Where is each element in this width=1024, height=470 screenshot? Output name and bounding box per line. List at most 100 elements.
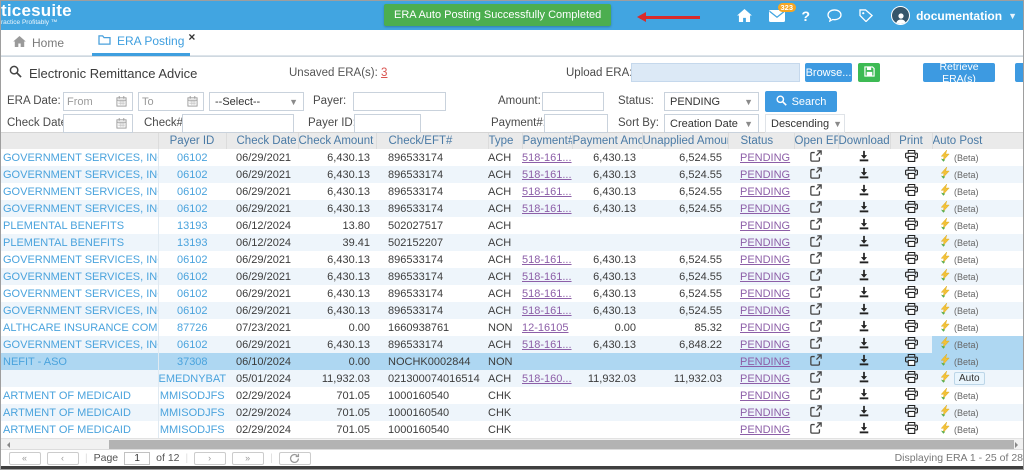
auto-post-cell[interactable]: (Beta) [932, 353, 1023, 370]
print-icon[interactable] [890, 387, 932, 404]
table-row[interactable]: ALTHCARE INSURANCE COMPANY8772607/23/202… [1, 319, 1023, 336]
cell-payer-name[interactable]: GOVERNMENT SERVICES, INC. [1, 200, 158, 217]
retrieve-eras-button[interactable]: Retrieve ERA(s) [923, 63, 995, 82]
cell-payer-name[interactable]: ALTHCARE INSURANCE COMPANY [1, 319, 158, 336]
payment-num-link[interactable]: 518-161... [522, 254, 572, 266]
print-icon[interactable] [890, 149, 932, 166]
download-icon[interactable] [838, 200, 890, 217]
scrollbar-thumb[interactable] [109, 440, 1014, 449]
print-icon[interactable] [890, 353, 932, 370]
open-era-icon[interactable] [794, 251, 838, 268]
open-era-icon[interactable] [794, 353, 838, 370]
status-link[interactable]: PENDING [740, 152, 790, 164]
print-icon[interactable] [890, 251, 932, 268]
download-icon[interactable] [838, 217, 890, 234]
sort-by-select[interactable]: Creation Date▼ [664, 114, 759, 133]
print-icon[interactable] [890, 217, 932, 234]
calendar-icon[interactable] [116, 96, 127, 107]
status-link[interactable]: PENDING [740, 373, 790, 385]
auto-post-lightning-icon[interactable] [940, 303, 951, 318]
payment-num-link[interactable]: 518-161... [522, 152, 572, 164]
cell-payer-id[interactable]: 06102 [158, 149, 226, 166]
calendar-icon[interactable] [116, 118, 127, 129]
print-icon[interactable] [890, 166, 932, 183]
next-page-button[interactable]: › [194, 452, 226, 465]
table-row[interactable]: GOVERNMENT SERVICES, INC.0610206/29/2021… [1, 251, 1023, 268]
auto-post-lightning-icon[interactable] [940, 201, 951, 216]
open-era-icon[interactable] [794, 404, 838, 421]
download-icon[interactable] [838, 387, 890, 404]
auto-post-lightning-icon[interactable] [940, 405, 951, 420]
prev-page-button[interactable]: ‹ [47, 452, 79, 465]
first-page-button[interactable]: « [9, 452, 41, 465]
col-type[interactable]: Type [488, 133, 522, 149]
cell-payer-id[interactable]: 06102 [158, 251, 226, 268]
cell-payer-name[interactable]: PLEMENTAL BENEFITS [1, 234, 158, 251]
user-menu[interactable]: documentation ▼ [891, 6, 1017, 25]
status-link[interactable]: PENDING [740, 407, 790, 419]
cell-payer-id[interactable]: 06102 [158, 166, 226, 183]
auto-post-cell[interactable]: (Beta) [932, 285, 1023, 302]
table-row[interactable]: PLEMENTAL BENEFITS1319306/12/202413.8050… [1, 217, 1023, 234]
cell-payer-name[interactable]: GOVERNMENT SERVICES, INC. [1, 251, 158, 268]
home-icon[interactable] [737, 9, 752, 22]
open-era-icon[interactable] [794, 268, 838, 285]
payment-num-link[interactable]: 518-161... [522, 288, 572, 300]
download-icon[interactable] [838, 268, 890, 285]
cell-payer-name[interactable]: ARTMENT OF MEDICAID [1, 404, 158, 421]
cell-payer-id[interactable]: 06102 [158, 302, 226, 319]
table-row[interactable]: NEFIT - ASO3730806/10/20240.00NOCHK00028… [1, 353, 1023, 370]
payment-num-link[interactable]: 518-160... [522, 373, 572, 385]
payment-num-link[interactable]: 518-161... [522, 186, 572, 198]
auto-post-lightning-icon[interactable] [940, 371, 951, 386]
auto-post-lightning-icon[interactable] [940, 422, 951, 437]
status-link[interactable]: PENDING [740, 169, 790, 181]
auto-post-lightning-icon[interactable] [940, 320, 951, 335]
payment-num-link[interactable]: 518-161... [522, 169, 572, 181]
cell-payer-name[interactable]: GOVERNMENT SERVICES, INC. [1, 285, 158, 302]
tab-home[interactable]: Home [13, 36, 64, 50]
print-icon[interactable] [890, 200, 932, 217]
cell-payer-name[interactable]: GOVERNMENT SERVICES, INC. [1, 166, 158, 183]
download-icon[interactable] [838, 234, 890, 251]
download-icon[interactable] [838, 353, 890, 370]
auto-post-cell[interactable]: (Beta) [932, 387, 1023, 404]
payer-id-input[interactable] [354, 114, 421, 133]
cell-payer-id[interactable]: 06102 [158, 285, 226, 302]
check-date-field[interactable] [63, 114, 133, 133]
payment-num-link[interactable]: 518-161... [522, 203, 572, 215]
auto-post-cell[interactable]: (Beta) [932, 200, 1023, 217]
auto-post-cell[interactable]: (Beta) [932, 234, 1023, 251]
auto-post-cell[interactable]: (Beta) [932, 251, 1023, 268]
cell-payer-name[interactable]: GOVERNMENT SERVICES, INC. [1, 149, 158, 166]
help-icon[interactable]: ? [802, 8, 811, 24]
cell-payer-name[interactable]: PLEMENTAL BENEFITS [1, 217, 158, 234]
open-era-icon[interactable] [794, 217, 838, 234]
scroll-right-icon[interactable] [1015, 442, 1021, 448]
auto-post-lightning-icon[interactable] [940, 388, 951, 403]
calendar-icon[interactable] [187, 96, 198, 107]
status-link[interactable]: PENDING [740, 220, 790, 232]
payment-num-link[interactable]: 518-161... [522, 305, 572, 317]
chat-icon[interactable] [827, 9, 842, 22]
cell-payer-id[interactable]: MMISODJFS [158, 387, 226, 404]
status-link[interactable]: PENDING [740, 356, 790, 368]
download-icon[interactable] [838, 166, 890, 183]
amount-input[interactable] [542, 92, 604, 111]
cell-payer-id[interactable]: 37308 [158, 353, 226, 370]
save-upload-button[interactable] [858, 63, 880, 82]
payment-num-link[interactable]: 518-161... [522, 339, 572, 351]
open-era-icon[interactable] [794, 336, 838, 353]
upload-era-input[interactable] [631, 63, 800, 82]
print-icon[interactable] [890, 336, 932, 353]
scroll-left-icon[interactable] [4, 442, 10, 448]
print-icon[interactable] [890, 421, 932, 438]
status-link[interactable]: PENDING [740, 203, 790, 215]
auto-post-cell[interactable]: (Beta) [932, 336, 1023, 353]
download-icon[interactable] [838, 302, 890, 319]
col-unapplied-amount[interactable]: Unapplied Amount [642, 133, 728, 149]
open-era-icon[interactable] [794, 200, 838, 217]
status-link[interactable]: PENDING [740, 237, 790, 249]
last-page-button[interactable]: » [232, 452, 264, 465]
auto-post-cell[interactable]: (Beta) [932, 319, 1023, 336]
